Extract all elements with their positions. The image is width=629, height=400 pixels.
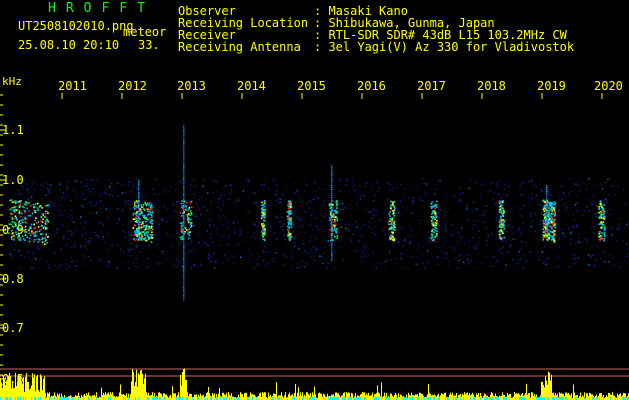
time-label: 2020 — [594, 79, 623, 93]
file-name: UT2508102010.png — [18, 19, 134, 33]
time-label: 2012 — [118, 79, 147, 93]
freq-label: 0.7 — [2, 321, 24, 335]
time-label: 2017 — [417, 79, 446, 93]
time-label: 2014 — [237, 79, 266, 93]
detection-count: 33. — [138, 38, 160, 52]
time-label: 2011 — [58, 79, 87, 93]
spectrogram-canvas — [0, 93, 629, 400]
time-label: 2018 — [477, 79, 506, 93]
time-label: 2019 — [537, 79, 566, 93]
time-label: 2015 — [297, 79, 326, 93]
freq-label: 1.0 — [2, 173, 24, 187]
info-value-antenna: : 3el Yagi(V) Az 330 for Vladivostok — [314, 40, 575, 54]
app-title: HROFFT — [48, 1, 155, 16]
info-label-antenna: Receiving Antenna — [178, 40, 301, 54]
timestamp: 25.08.10 20:10 — [18, 38, 120, 52]
freq-label: 0.9 — [2, 223, 24, 237]
time-label: 2013 — [177, 79, 206, 93]
freq-label: 0.6 — [2, 372, 24, 386]
freq-label: 1.1 — [2, 123, 24, 137]
freq-label: 0.8 — [2, 272, 24, 286]
time-label: 2016 — [357, 79, 386, 93]
unit-label: kHz — [2, 75, 22, 88]
